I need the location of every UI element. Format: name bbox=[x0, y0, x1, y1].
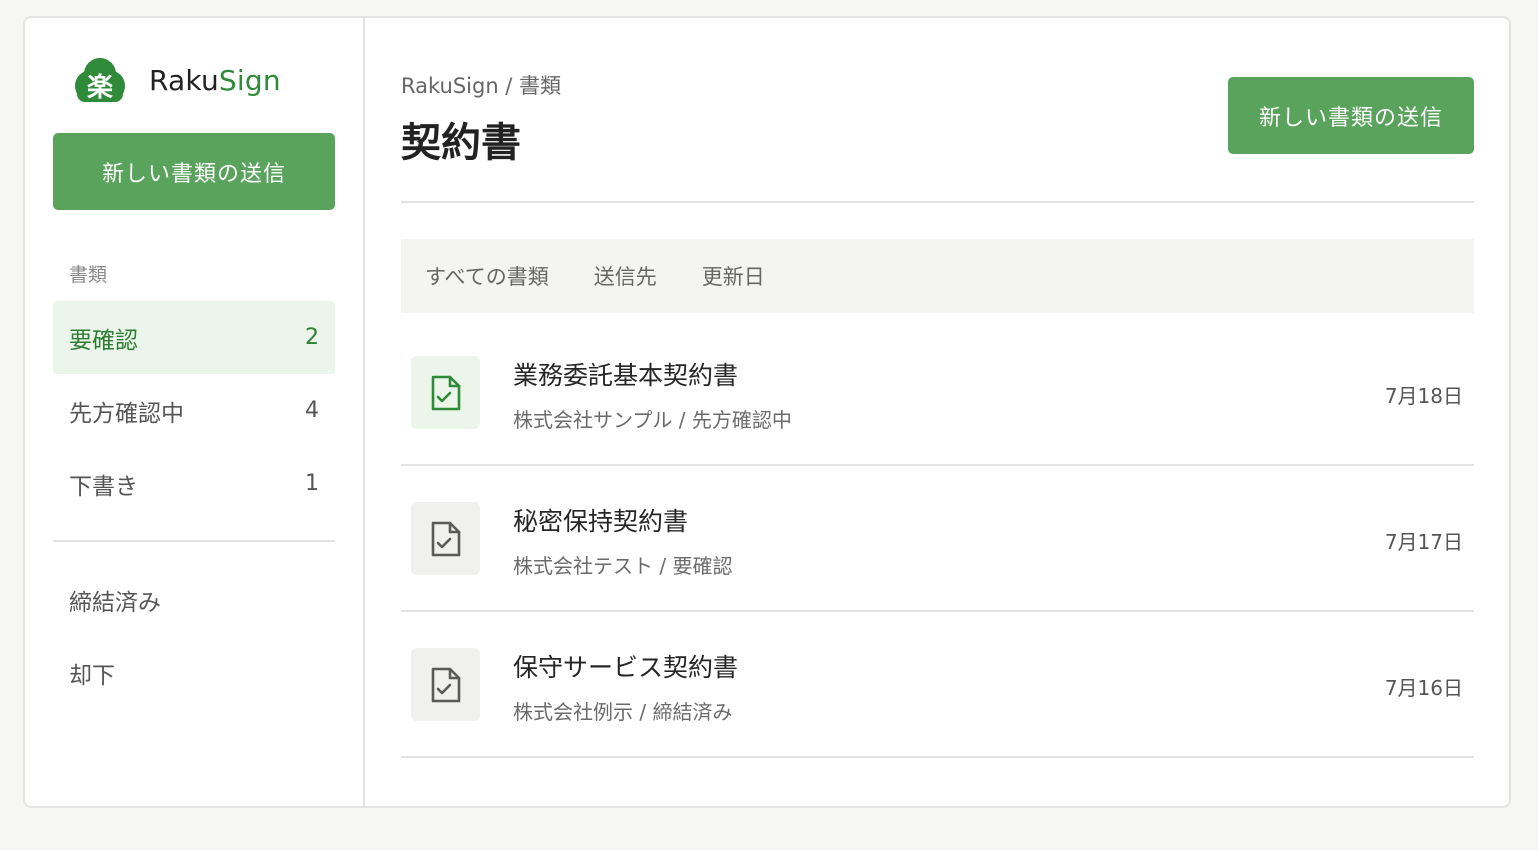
sidebar-item-count: 4 bbox=[305, 398, 319, 423]
document-date: 7月16日 bbox=[1384, 676, 1463, 700]
sidebar-section-label: 書類 bbox=[69, 264, 108, 286]
document-check-icon bbox=[411, 648, 480, 721]
document-text: 保守サービス契約書 株式会社例示 / 締結済み bbox=[513, 652, 738, 725]
document-meta: 株式会社サンプル / 先方確認中 bbox=[513, 408, 792, 432]
page-title: 契約書 bbox=[401, 120, 521, 166]
document-title: 業務委託基本契約書 bbox=[513, 361, 739, 390]
sidebar-item-label: 下書き bbox=[69, 473, 138, 500]
filter-tabs: すべての書類 送信先 更新日 bbox=[401, 239, 1474, 313]
sidebar-new-document-button[interactable]: 新しい書類の送信 bbox=[53, 133, 335, 210]
brand[interactable]: 楽 RakuSign bbox=[69, 56, 281, 104]
document-row[interactable]: 保守サービス契約書 株式会社例示 / 締結済み 7月16日 bbox=[401, 612, 1474, 758]
sidebar-item-completed[interactable]: 締結済み bbox=[53, 563, 335, 636]
tab-recipient[interactable]: 送信先 bbox=[594, 261, 657, 291]
document-row[interactable]: 秘密保持契約書 株式会社テスト / 要確認 7月17日 bbox=[401, 466, 1474, 612]
main-content: RakuSign / 書類 契約書 新しい書類の送信 すべての書類 送信先 更新… bbox=[365, 18, 1509, 806]
brand-logo-char: 楽 bbox=[87, 73, 114, 103]
document-date: 7月17日 bbox=[1384, 530, 1463, 554]
sidebar-item-rejected[interactable]: 却下 bbox=[53, 636, 335, 709]
sidebar: 楽 RakuSign 新しい書類の送信 書類 要確認 2 先方確認中 4 下書き… bbox=[25, 18, 365, 806]
brand-name: RakuSign bbox=[149, 64, 281, 97]
brand-logo-icon: 楽 bbox=[69, 56, 131, 104]
sidebar-nav-secondary: 締結済み 却下 bbox=[53, 563, 335, 709]
sidebar-item-drafts[interactable]: 下書き 1 bbox=[53, 447, 335, 520]
brand-name-part2: Sign bbox=[218, 63, 281, 97]
sidebar-item-label: 先方確認中 bbox=[69, 400, 184, 427]
header-new-document-button[interactable]: 新しい書類の送信 bbox=[1228, 77, 1474, 154]
document-check-icon bbox=[411, 356, 480, 429]
document-meta: 株式会社テスト / 要確認 bbox=[513, 554, 733, 578]
breadcrumb[interactable]: RakuSign / 書類 bbox=[401, 70, 561, 100]
document-check-icon bbox=[411, 502, 480, 575]
sidebar-item-needs-review[interactable]: 要確認 2 bbox=[53, 301, 335, 374]
document-list: 業務委託基本契約書 株式会社サンプル / 先方確認中 7月18日 秘密保持契約書… bbox=[401, 320, 1474, 758]
sidebar-item-label: 要確認 bbox=[69, 327, 138, 354]
document-title: 秘密保持契約書 bbox=[513, 507, 689, 536]
header-divider bbox=[401, 201, 1474, 203]
document-text: 秘密保持契約書 株式会社テスト / 要確認 bbox=[513, 506, 732, 579]
sidebar-item-count: 1 bbox=[305, 471, 319, 496]
document-date: 7月18日 bbox=[1384, 384, 1463, 408]
sidebar-item-awaiting-counterparty[interactable]: 先方確認中 4 bbox=[53, 374, 335, 447]
sidebar-item-label: 締結済み bbox=[69, 589, 161, 616]
document-text: 業務委託基本契約書 株式会社サンプル / 先方確認中 bbox=[513, 360, 792, 433]
document-title: 保守サービス契約書 bbox=[513, 653, 739, 682]
document-row[interactable]: 業務委託基本契約書 株式会社サンプル / 先方確認中 7月18日 bbox=[401, 320, 1474, 466]
document-meta: 株式会社例示 / 締結済み bbox=[513, 700, 733, 724]
sidebar-item-label: 却下 bbox=[69, 662, 115, 689]
tab-updated-date[interactable]: 更新日 bbox=[702, 261, 765, 291]
sidebar-nav: 要確認 2 先方確認中 4 下書き 1 bbox=[53, 301, 335, 520]
sidebar-divider bbox=[53, 540, 335, 542]
tab-all-documents[interactable]: すべての書類 bbox=[425, 261, 549, 291]
sidebar-item-count: 2 bbox=[305, 325, 319, 350]
brand-name-part1: Raku bbox=[149, 63, 219, 97]
app-window: 楽 RakuSign 新しい書類の送信 書類 要確認 2 先方確認中 4 下書き… bbox=[23, 16, 1511, 808]
